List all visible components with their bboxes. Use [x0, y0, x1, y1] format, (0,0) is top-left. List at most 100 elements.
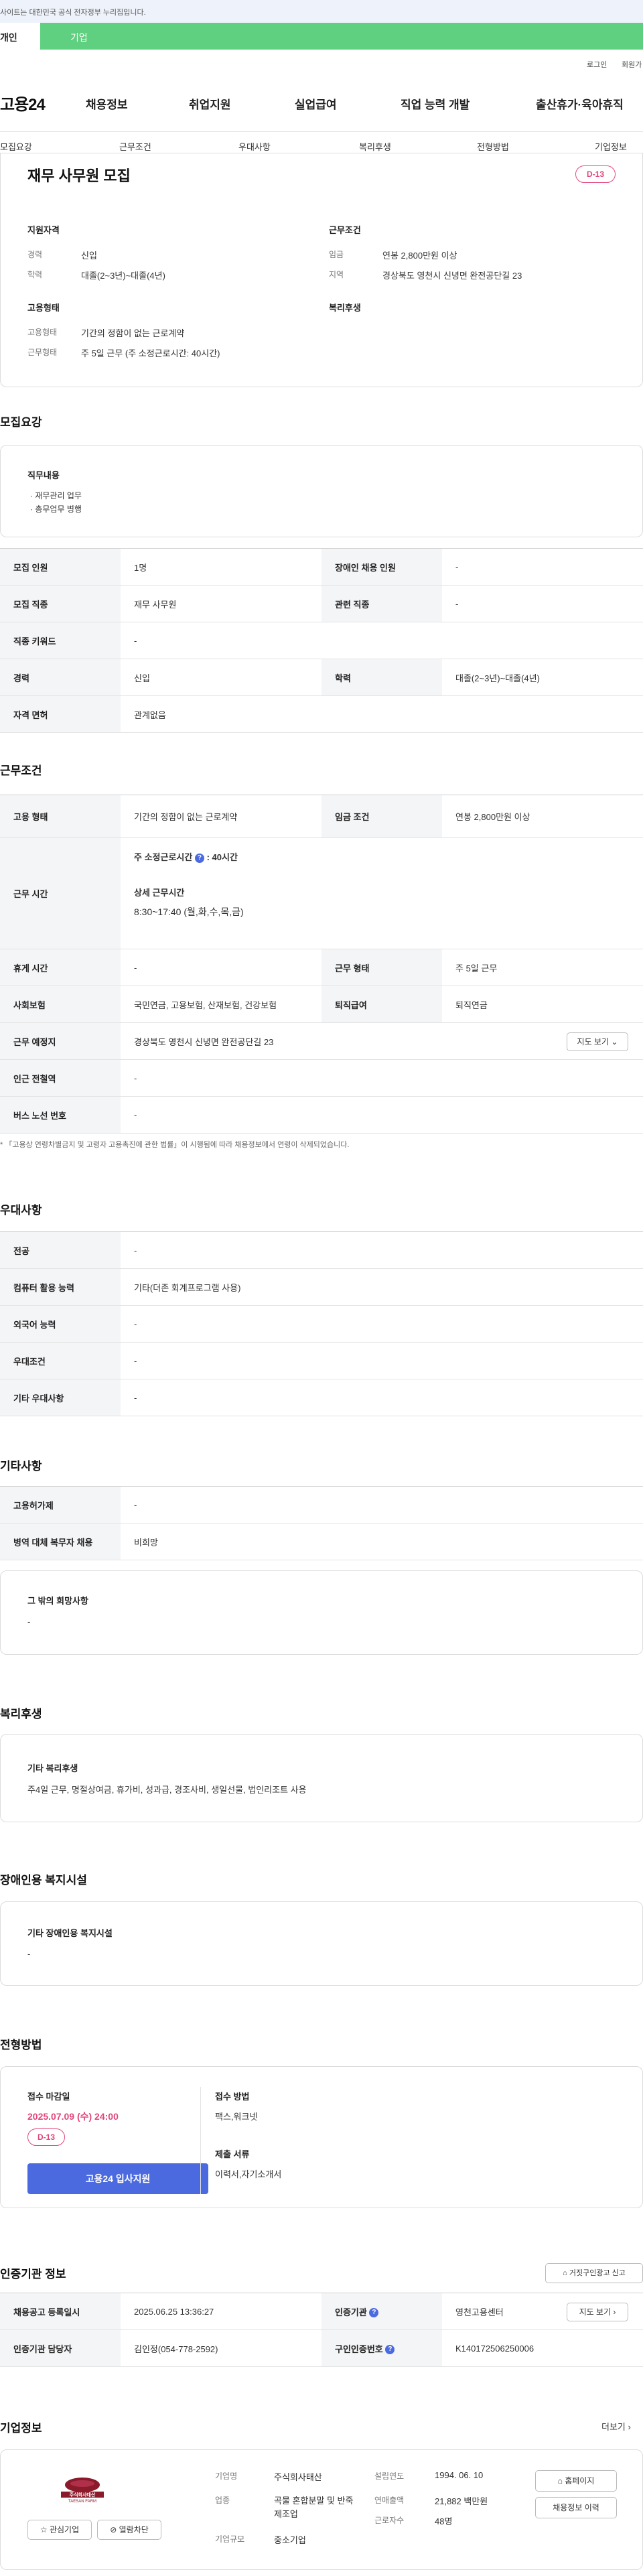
- duty-item: · 재무관리 업무: [30, 491, 82, 500]
- disabled-count-value: -: [442, 548, 643, 586]
- info-icon[interactable]: ?: [194, 853, 204, 863]
- workplace-cell: 경상북도 영천시 신녕면 완전공단길 23 지도 보기 ⌄: [121, 1022, 643, 1060]
- education-value: 대졸(2~3년)~대졸(4년): [81, 271, 165, 281]
- industry-label: 업종: [215, 2496, 230, 2505]
- welfare-section-title: 복리후생: [0, 1708, 42, 1720]
- company-logo-mark: [61, 2478, 104, 2498]
- wage-cond-value: 연봉 2,800만원 이상: [442, 795, 643, 838]
- cert-number-value: K140172506250006: [442, 2329, 643, 2367]
- company-logo-sub: TAESAN FARM: [68, 2500, 96, 2504]
- gnb-item-jobs[interactable]: 채용정보: [86, 95, 128, 112]
- other-pref-label: 기타 우대사항: [0, 1379, 121, 1416]
- gnb-item-parental-leave[interactable]: 출산휴가·육아휴직: [536, 95, 624, 112]
- license-label: 자격 면허: [0, 695, 121, 733]
- company-more-link[interactable]: 더보기 ›: [601, 2420, 631, 2433]
- insurance-value: 국민연금, 고용보험, 산재보험, 건강보험: [121, 986, 322, 1023]
- rest-time-value: -: [121, 949, 322, 986]
- subnav-recruit[interactable]: 모집요강: [0, 140, 32, 153]
- disabled-facility-section-title: 장애인용 복지시설: [0, 1874, 87, 1887]
- work-form-row-value: 주 5일 근무: [442, 949, 643, 986]
- agency-label-text: 인증기관: [335, 2307, 367, 2317]
- deadline-value: 2025.07.09 (수) 24:00: [27, 2111, 119, 2122]
- military-value: 비희망: [121, 1523, 643, 1560]
- apply-button[interactable]: 고용24 입사지원: [27, 2163, 208, 2194]
- favorite-company-button[interactable]: ☆ 관심기업: [27, 2520, 92, 2540]
- table-row: 인근 전철역 -: [0, 1059, 643, 1097]
- company-size-value: 중소기업: [274, 2535, 306, 2545]
- homepage-label: 홈페이지: [565, 2476, 595, 2486]
- weekly-hours: 주 소정근로시간 ? : 40시간: [134, 850, 643, 863]
- permit-value: -: [121, 1486, 643, 1523]
- site-logo[interactable]: 고용24: [0, 91, 46, 115]
- computer-skill-value: 기타(더존 회계프로그램 사용): [121, 1268, 643, 1306]
- subnav-welfare[interactable]: 복리후생: [359, 140, 391, 153]
- registration-date-value: 2025.06.25 13:36:27: [121, 2293, 322, 2330]
- company-section-title: 기업정보: [0, 2422, 42, 2435]
- education-label: 학력: [27, 270, 43, 279]
- industry-value: 곡물 혼합분말 및 반죽 제조업: [274, 2496, 354, 2519]
- subnav-conditions[interactable]: 근무조건: [119, 140, 151, 153]
- divider: [200, 2087, 201, 2194]
- chevron-right-icon: ›: [628, 2422, 631, 2432]
- computer-skill-label: 컴퓨터 활용 능력: [0, 1268, 121, 1306]
- workplace-value: 경상북도 영천시 신녕면 완전공단길 23: [134, 1036, 274, 1047]
- block-company-button[interactable]: ⊘ 열람차단: [97, 2520, 161, 2540]
- job-category-value: 재무 사무원: [121, 585, 322, 622]
- table-row: 인증기관 담당자 김인정(054-778-2592) 구인인증번호 ? K140…: [0, 2329, 643, 2367]
- major-value: -: [121, 1231, 643, 1269]
- workplace-label: 근무 예정지: [0, 1022, 121, 1060]
- sales-value: 21,882 백만원: [435, 2496, 488, 2506]
- career-row-value: 신입: [121, 659, 322, 696]
- global-nav: 고용24 채용정보 취업지원 실업급여 직업 능력 개발 출산휴가·육아휴직: [0, 86, 643, 115]
- info-icon[interactable]: ?: [369, 2308, 379, 2318]
- table-row: 휴게 시간 - 근무 형태 주 5일 근무: [0, 949, 643, 986]
- tab-company[interactable]: 기업: [40, 23, 643, 50]
- disabled-facility-value: -: [27, 1949, 31, 1959]
- signup-link[interactable]: 회원가: [622, 59, 642, 70]
- subnav-company[interactable]: 기업정보: [595, 140, 627, 153]
- preference-cond-value: -: [121, 1342, 643, 1379]
- workplace-map-button[interactable]: 지도 보기 ⌄: [567, 1032, 628, 1051]
- map-button-label: 지도 보기: [577, 1037, 610, 1046]
- permit-label: 고용허가제: [0, 1486, 121, 1523]
- sales-label: 연매출액: [374, 2496, 405, 2505]
- established-value: 1994. 06. 10: [435, 2470, 484, 2480]
- home-icon: ⌂: [557, 2476, 563, 2486]
- login-link[interactable]: 로그인: [587, 59, 607, 70]
- table-row: 경력 신입 학력 대졸(2~3년)~대졸(4년): [0, 659, 643, 696]
- registration-date-label: 채용공고 등록일시: [0, 2293, 121, 2330]
- job-title: 재무 사무원 모집: [27, 167, 131, 184]
- agency-label: 인증기관 ?: [322, 2293, 442, 2330]
- table-row: 외국어 능력 -: [0, 1305, 643, 1343]
- other-wish-value: -: [27, 1617, 31, 1627]
- subnav-process[interactable]: 전형방법: [477, 140, 509, 153]
- recruit-table: 모집 인원 1명 장애인 채용 인원 - 모집 직종 재무 사무원 관련 직종 …: [0, 548, 643, 733]
- bus-value: -: [121, 1096, 643, 1134]
- method-value: 팩스,워크넷: [215, 2112, 258, 2122]
- bus-label: 버스 노선 번호: [0, 1096, 121, 1134]
- table-row: 우대조건 -: [0, 1342, 643, 1379]
- chevron-right-icon: ›: [613, 2307, 616, 2317]
- employment-type-heading: 고용형태: [27, 303, 60, 313]
- job-history-button[interactable]: 채용정보 이력: [535, 2497, 617, 2518]
- cert-number-label: 구인인증번호 ?: [322, 2329, 442, 2367]
- gnb-item-employment-support[interactable]: 취업지원: [189, 95, 231, 112]
- conditions-section-title: 근무조건: [0, 764, 42, 777]
- weekly-hours-label: 주 소정근로시간: [134, 852, 193, 862]
- subnav-preferences[interactable]: 우대사항: [238, 140, 271, 153]
- gnb-item-training[interactable]: 직업 능력 개발: [401, 95, 470, 112]
- block-label: 열람차단: [119, 2525, 149, 2534]
- false-ad-report-button[interactable]: ⌂ 거짓구인광고 신고: [545, 2263, 643, 2283]
- company-card: 주식회사태산 TAESAN FARM ☆ 관심기업 ⊘ 열람차단 기업명 주식회…: [0, 2449, 643, 2570]
- recruit-section-title: 모집요강: [0, 416, 42, 429]
- major-label: 전공: [0, 1231, 121, 1269]
- gov-notice-text: 사이트는 대한민국 공식 전자정부 누리집입니다.: [0, 9, 146, 17]
- tab-individual[interactable]: 개인: [0, 23, 40, 50]
- report-icon: ⌂: [563, 2269, 567, 2277]
- gnb-item-unemployment-benefit[interactable]: 실업급여: [295, 95, 337, 112]
- agency-map-button[interactable]: 지도 보기 ›: [567, 2303, 628, 2321]
- info-icon[interactable]: ?: [385, 2345, 395, 2355]
- language-value: -: [121, 1305, 643, 1343]
- table-row: 채용공고 등록일시 2025.06.25 13:36:27 인증기관 ? 영천고…: [0, 2293, 643, 2330]
- homepage-button[interactable]: ⌂ 홈페이지: [535, 2470, 617, 2492]
